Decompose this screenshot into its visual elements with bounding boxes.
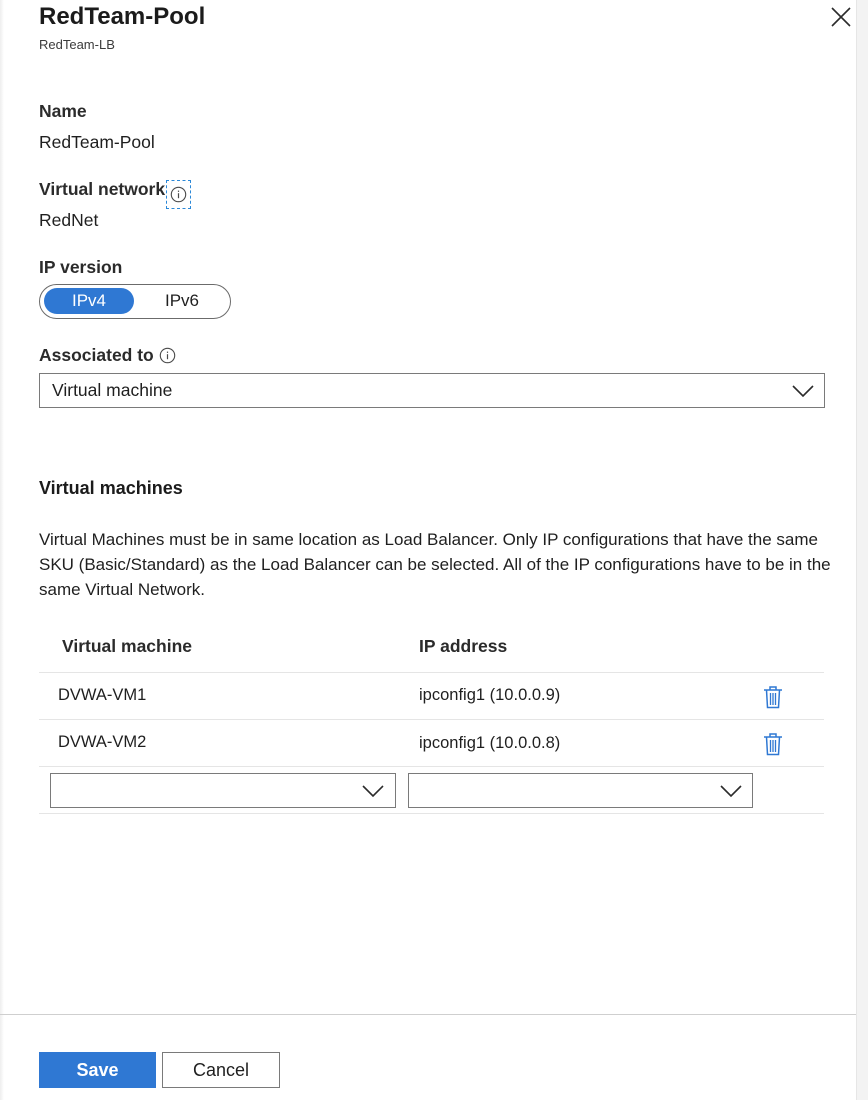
ip-version-option-ipv4[interactable]: IPv4 (44, 288, 134, 314)
table-divider (39, 766, 824, 767)
info-icon[interactable] (159, 347, 176, 364)
virtual-machines-heading: Virtual machines (39, 478, 183, 498)
virtual-network-label: Virtual network (39, 179, 166, 199)
table-divider (39, 719, 824, 720)
row-ip-address: ipconfig1 (10.0.0.8) (419, 734, 561, 752)
associated-to-label: Associated to (39, 345, 154, 365)
chevron-down-icon (791, 384, 815, 398)
trash-icon[interactable] (763, 685, 783, 709)
associated-to-value: Virtual machine (52, 380, 173, 400)
row-vm-name: DVWA-VM2 (58, 733, 147, 751)
name-label: Name (39, 101, 87, 121)
info-icon (170, 186, 187, 203)
window-edge (856, 0, 868, 1100)
new-vm-dropdown[interactable] (50, 773, 396, 808)
table-divider (39, 672, 824, 673)
virtual-network-label-row: Virtual network (39, 179, 192, 209)
ip-version-option-ipv6[interactable]: IPv6 (136, 288, 228, 314)
save-button[interactable]: Save (39, 1052, 156, 1088)
chevron-down-icon (719, 784, 743, 798)
cancel-button[interactable]: Cancel (162, 1052, 280, 1088)
footer-divider (0, 1014, 856, 1015)
row-ip-address: ipconfig1 (10.0.0.9) (419, 686, 561, 704)
associated-to-label-row: Associated to (39, 345, 176, 366)
chevron-down-icon (361, 784, 385, 798)
column-header-virtual-machine: Virtual machine (62, 636, 193, 656)
panel-left-shadow (0, 0, 4, 1100)
page-title: RedTeam-Pool (39, 3, 206, 30)
column-header-ip-address: IP address (419, 636, 508, 656)
table-divider (39, 813, 824, 814)
virtual-machines-description: Virtual Machines must be in same locatio… (39, 530, 831, 599)
virtual-network-value: RedNet (39, 210, 99, 230)
new-ip-dropdown[interactable] (408, 773, 753, 808)
ip-version-label: IP version (39, 257, 123, 277)
name-value: RedTeam-Pool (39, 132, 155, 152)
trash-icon[interactable] (763, 732, 783, 756)
ip-version-toggle: IPv4 IPv6 (39, 284, 231, 319)
page-subtitle: RedTeam-LB (39, 37, 115, 52)
backend-pool-panel: RedTeam-Pool RedTeam-LB Name RedTeam-Poo… (0, 0, 856, 1100)
virtual-network-info-button[interactable] (166, 180, 192, 209)
row-vm-name: DVWA-VM1 (58, 686, 147, 704)
associated-to-dropdown[interactable]: Virtual machine (39, 373, 825, 408)
close-icon[interactable] (824, 2, 854, 32)
